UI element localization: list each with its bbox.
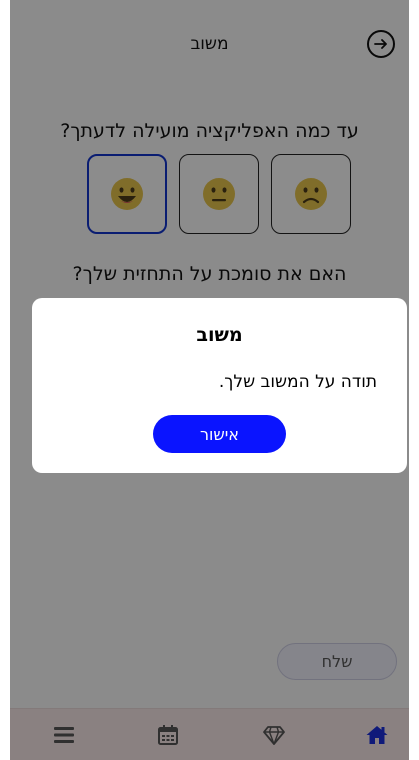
dialog-title: משוב	[196, 324, 243, 346]
dialog-message: תודה על המשוב שלך.	[218, 372, 377, 392]
feedback-dialog: משוב תודה על המשוב שלך. אישור	[32, 298, 407, 473]
confirm-button[interactable]: אישור	[153, 415, 286, 453]
